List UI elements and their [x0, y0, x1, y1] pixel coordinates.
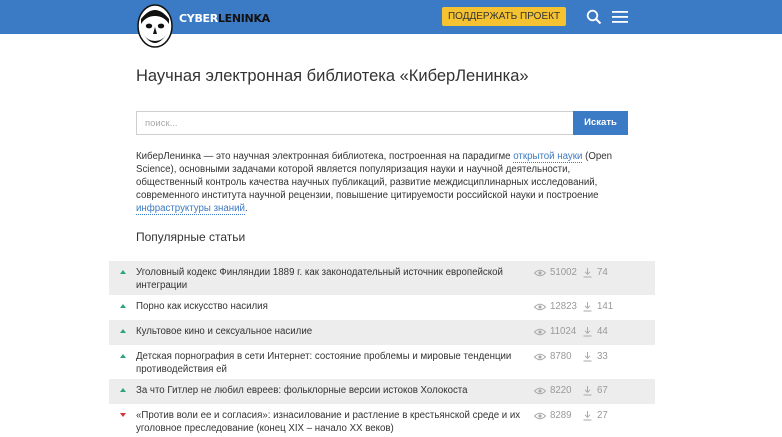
article-title[interactable]: За что Гитлер не любил евреев: фольклорн… [136, 384, 531, 397]
trend-up-icon [120, 270, 126, 274]
downloads-count: 67 [597, 385, 608, 396]
popular-articles-list: Уголовный кодекс Финляндии 1889 г. как з… [109, 261, 655, 436]
open-science-link[interactable]: открытой науки [513, 151, 583, 163]
article-row[interactable]: Детская порнография в сети Интернет: сос… [109, 345, 655, 379]
page-title: Научная электронная библиотека «КиберЛен… [136, 67, 529, 85]
article-row[interactable]: «Против воли ее и согласия»: изнасилован… [109, 404, 655, 436]
download-icon [583, 268, 592, 278]
lenin-face-icon [137, 4, 173, 48]
download-icon [583, 327, 592, 337]
views-eye-icon [534, 303, 546, 311]
trend-down-icon [120, 413, 126, 417]
downloads-count: 33 [597, 351, 608, 362]
article-title[interactable]: Детская порнография в сети Интернет: сос… [136, 350, 531, 376]
knowledge-infrastructure-link[interactable]: инфраструктуры знаний [136, 203, 245, 215]
views-eye-icon [534, 387, 546, 395]
popular-articles-heading: Популярные статьи [136, 230, 246, 244]
downloads-count: 74 [597, 267, 608, 278]
download-icon [583, 352, 592, 362]
views-eye-icon [534, 269, 546, 277]
logo-text-cyber: CYBER [179, 12, 218, 25]
downloads-count: 27 [597, 410, 608, 421]
article-row[interactable]: Уголовный кодекс Финляндии 1889 г. как з… [109, 261, 655, 295]
download-icon [583, 386, 592, 396]
hamburger-menu-icon[interactable] [612, 10, 628, 24]
logo-wordmark: CYBERLENINKA [179, 12, 270, 25]
views-count: 12823 [550, 301, 577, 312]
logo-text-leninka: LENINKA [217, 12, 270, 25]
site-description: КиберЛенинка — это научная электронная б… [136, 150, 636, 215]
trend-up-icon [120, 354, 126, 358]
download-icon [583, 302, 592, 312]
site-logo[interactable]: CYBERLENINKA [136, 3, 270, 49]
search-icon[interactable] [586, 9, 602, 25]
support-project-button[interactable]: ПОДДЕРЖАТЬ ПРОЕКТ [442, 7, 566, 26]
article-title[interactable]: Уголовный кодекс Финляндии 1889 г. как з… [136, 266, 531, 292]
views-eye-icon [534, 328, 546, 336]
search-button[interactable]: Искать [573, 111, 628, 135]
description-text-3: . [244, 203, 248, 214]
top-navigation-bar [0, 0, 782, 34]
trend-up-icon [120, 388, 126, 392]
search-input[interactable] [136, 111, 574, 135]
article-title[interactable]: «Против воли ее и согласия»: изнасилован… [136, 409, 531, 435]
trend-up-icon [120, 329, 126, 333]
views-eye-icon [534, 353, 546, 361]
views-eye-icon [534, 412, 546, 420]
views-count: 8289 [550, 410, 572, 421]
download-icon [583, 411, 592, 421]
views-count: 51002 [550, 267, 577, 278]
description-text-1: КиберЛенинка — это научная электронная б… [136, 151, 514, 162]
article-row[interactable]: Культовое кино и сексуальное насилие 110… [109, 320, 655, 345]
views-count: 8220 [550, 385, 572, 396]
article-row[interactable]: Порно как искусство насилия 12823 141 [109, 295, 655, 320]
views-count: 11024 [550, 326, 577, 337]
views-count: 8780 [550, 351, 572, 362]
trend-up-icon [120, 304, 126, 308]
article-title[interactable]: Порно как искусство насилия [136, 300, 531, 313]
article-row[interactable]: За что Гитлер не любил евреев: фольклорн… [109, 379, 655, 404]
downloads-count: 44 [597, 326, 608, 337]
article-title[interactable]: Культовое кино и сексуальное насилие [136, 325, 531, 338]
downloads-count: 141 [597, 301, 614, 312]
